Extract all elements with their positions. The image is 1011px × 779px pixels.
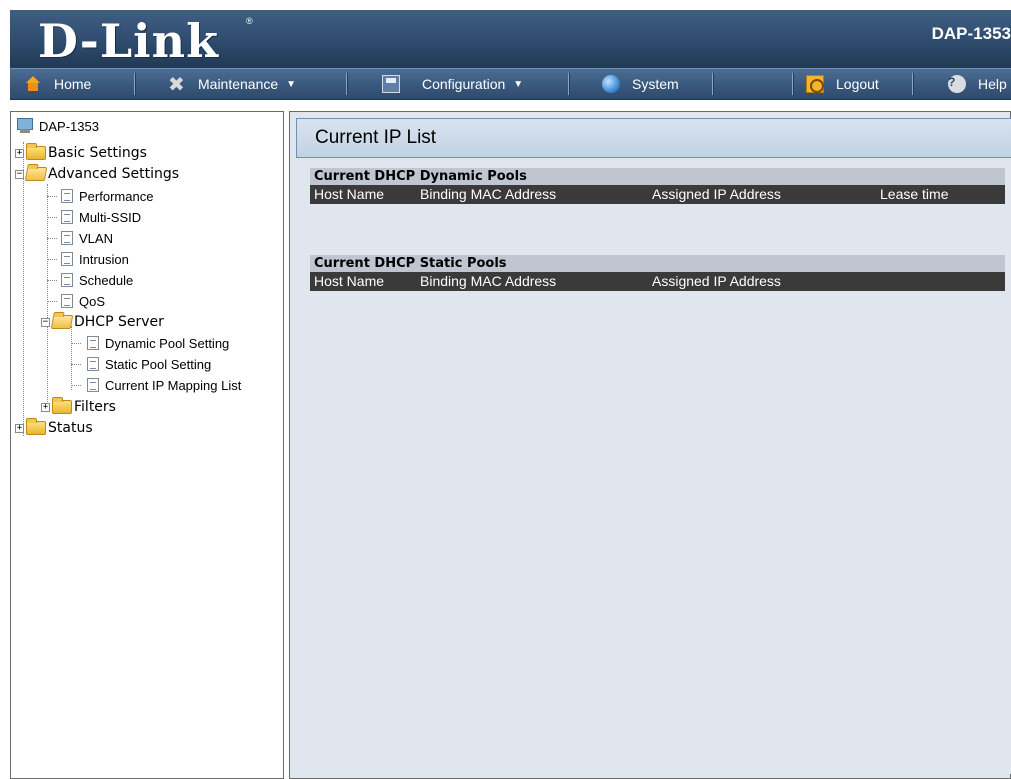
tree-item-current-ip-mapping-list[interactable]: Current IP Mapping List xyxy=(71,375,242,395)
tree-item-label: Status xyxy=(48,420,93,436)
help-icon: ? xyxy=(948,75,966,93)
expand-icon[interactable]: + xyxy=(41,402,50,412)
tree-item-label: Basic Settings xyxy=(48,145,147,161)
folder-icon xyxy=(52,397,72,414)
tree-item-status[interactable]: + Status xyxy=(15,418,93,438)
page-icon xyxy=(61,252,73,266)
open-folder-icon xyxy=(50,315,74,329)
menu-logout[interactable]: Logout xyxy=(806,69,879,99)
tree-item-label: Advanced Settings xyxy=(48,166,180,182)
globe-icon xyxy=(602,75,620,93)
menu-separator xyxy=(134,73,135,95)
tree-guide xyxy=(23,142,24,436)
content-inner: Current IP List Current DHCP Dynamic Poo… xyxy=(296,118,1011,774)
expand-icon[interactable]: + xyxy=(15,423,24,433)
column-header-assigned-ip: Assigned IP Address xyxy=(652,186,781,202)
content-panel: Current IP List Current DHCP Dynamic Poo… xyxy=(289,111,1011,779)
tree-item-label: VLAN xyxy=(79,230,113,246)
header-banner: D-Link ® DAP-1353 xyxy=(10,10,1011,68)
save-disk-icon xyxy=(382,75,400,93)
column-header-binding-mac: Binding MAC Address xyxy=(420,186,557,202)
dynamic-pools-header-row: Host Name Binding MAC Address Assigned I… xyxy=(310,185,1005,204)
page-icon xyxy=(61,210,73,224)
tree-item-advanced-settings[interactable]: − Advanced Settings xyxy=(15,164,179,184)
dlink-logo: D-Link xyxy=(38,14,219,68)
folder-icon xyxy=(26,418,46,435)
page-icon xyxy=(87,357,99,371)
menu-separator xyxy=(792,73,793,95)
menu-home-label: Home xyxy=(54,76,92,92)
menu-help-label: Help xyxy=(978,76,1007,92)
menu-logout-label: Logout xyxy=(836,76,879,92)
page-icon xyxy=(61,294,73,308)
model-name: DAP-1353 xyxy=(931,24,1011,43)
tree-item-label: Performance xyxy=(79,188,154,204)
open-folder-icon xyxy=(24,167,48,181)
page-title-bar: Current IP List xyxy=(296,118,1011,158)
menu-configuration[interactable]: Configuration ▼ xyxy=(382,69,523,99)
tree-guide xyxy=(71,326,72,390)
column-header-lease-time: Lease time xyxy=(880,186,949,202)
collapse-icon[interactable]: − xyxy=(41,317,50,327)
page-icon xyxy=(87,378,99,392)
computer-icon xyxy=(15,116,35,136)
column-header-binding-mac: Binding MAC Address xyxy=(420,273,557,289)
menu-home[interactable]: Home xyxy=(24,69,91,99)
menu-help[interactable]: ? Help xyxy=(948,69,1007,99)
tree-item-basic-settings[interactable]: + Basic Settings xyxy=(15,143,147,163)
page-title: Current IP List xyxy=(315,127,437,148)
folder-icon xyxy=(26,143,46,160)
expand-icon[interactable]: + xyxy=(15,148,24,158)
tools-icon xyxy=(168,72,186,97)
tree-item-dynamic-pool-setting[interactable]: Dynamic Pool Setting xyxy=(71,333,230,353)
page-icon xyxy=(61,273,73,287)
page-icon xyxy=(87,336,99,350)
tree-item-multi-ssid[interactable]: Multi-SSID xyxy=(47,207,142,227)
menu-maintenance-label: Maintenance xyxy=(198,76,279,92)
menu-bar: Home Maintenance ▼ Configuration ▼ Syste… xyxy=(10,68,1011,100)
tree-item-label: DHCP Server xyxy=(74,314,164,330)
menu-separator xyxy=(568,73,569,95)
static-pools-header-row: Host Name Binding MAC Address Assigned I… xyxy=(310,272,1005,291)
menu-configuration-label: Configuration xyxy=(422,76,506,92)
collapse-icon[interactable]: − xyxy=(15,169,24,179)
tree-item-qos[interactable]: QoS xyxy=(47,291,106,311)
tree-item-label: Schedule xyxy=(79,272,134,288)
key-icon xyxy=(806,75,824,93)
menu-system[interactable]: System xyxy=(602,69,679,99)
tree-item-performance[interactable]: Performance xyxy=(47,186,154,206)
page-icon xyxy=(61,189,73,203)
home-icon xyxy=(24,75,42,93)
tree-item-schedule[interactable]: Schedule xyxy=(47,270,134,290)
registered-mark: ® xyxy=(246,16,253,26)
chevron-down-icon: ▼ xyxy=(513,78,524,90)
tree-item-label: QoS xyxy=(79,293,106,309)
column-header-host-name: Host Name xyxy=(314,273,385,289)
tree-item-root[interactable]: DAP-1353 xyxy=(15,116,99,136)
tree-item-label: Multi-SSID xyxy=(79,209,142,225)
tree-item-static-pool-setting[interactable]: Static Pool Setting xyxy=(71,354,212,374)
chevron-down-icon: ▼ xyxy=(286,78,297,90)
page-icon xyxy=(61,231,73,245)
tree-item-label: Static Pool Setting xyxy=(105,356,212,372)
tree-item-label: DAP-1353 xyxy=(39,118,99,134)
menu-maintenance[interactable]: Maintenance ▼ xyxy=(168,69,296,99)
menu-separator xyxy=(912,73,913,95)
navigation-tree: DAP-1353 + Basic Settings − Advanced Set… xyxy=(10,111,284,779)
menu-separator xyxy=(346,73,347,95)
column-header-host-name: Host Name xyxy=(314,186,385,202)
tree-item-filters[interactable]: + Filters xyxy=(41,397,116,417)
tree-item-dhcp-server[interactable]: − DHCP Server xyxy=(41,312,164,332)
tree-item-label: Current IP Mapping List xyxy=(105,377,242,393)
tree-item-intrusion[interactable]: Intrusion xyxy=(47,249,129,269)
tree-item-label: Filters xyxy=(74,399,116,415)
tree-item-vlan[interactable]: VLAN xyxy=(47,228,113,248)
menu-separator xyxy=(712,73,713,95)
static-pools-heading: Current DHCP Static Pools xyxy=(310,255,1005,273)
menu-system-label: System xyxy=(632,76,679,92)
dynamic-pools-heading: Current DHCP Dynamic Pools xyxy=(310,168,1005,186)
column-header-assigned-ip: Assigned IP Address xyxy=(652,273,781,289)
tree-item-label: Dynamic Pool Setting xyxy=(105,335,230,351)
tree-item-label: Intrusion xyxy=(79,251,129,267)
